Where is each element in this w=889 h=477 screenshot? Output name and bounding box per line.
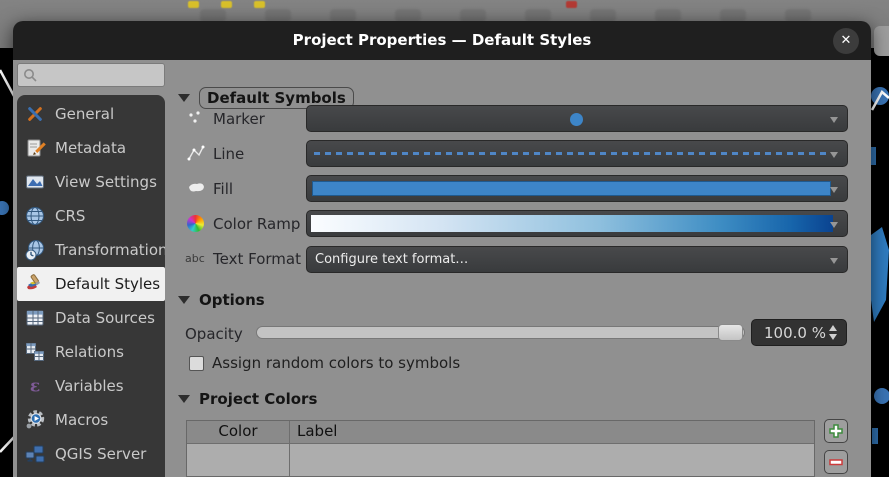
sidebar-item-general[interactable]: General <box>17 97 165 131</box>
opacity-value: 100.0 % <box>764 324 826 342</box>
sidebar-item-label: Relations <box>55 343 124 361</box>
sidebar-item-label: Data Sources <box>55 309 155 327</box>
sidebar-item-label: QGIS Server <box>55 445 146 463</box>
line-symbol-icon <box>185 143 207 165</box>
dialog-title: Project Properties — Default Styles <box>13 21 871 60</box>
transformations-globe-clock-icon <box>24 239 46 261</box>
sidebar-item-label: Macros <box>55 411 108 429</box>
collapse-triangle-icon <box>178 395 190 403</box>
remove-color-button[interactable] <box>824 450 848 474</box>
text-format-value: Configure text format… <box>315 252 468 267</box>
dialog-titlebar: Project Properties — Default Styles ✕ <box>13 21 871 60</box>
project-colors-table[interactable]: Color Label <box>186 420 815 477</box>
sidebar-item-variables[interactable]: ε Variables <box>17 369 165 403</box>
table-header-row: Color Label <box>187 421 814 444</box>
sidebar-item-metadata[interactable]: Metadata <box>17 131 165 165</box>
sidebar-item-label: CRS <box>55 207 85 225</box>
fill-label: Fill <box>213 180 233 198</box>
default-styles-paintbrush-icon <box>24 273 46 295</box>
dropdown-arrow-icon <box>830 187 838 193</box>
collapse-triangle-icon <box>178 296 190 304</box>
sidebar-item-crs[interactable]: CRS <box>17 199 165 233</box>
sidebar-item-view-settings[interactable]: View Settings <box>17 165 165 199</box>
opacity-slider-handle[interactable] <box>718 324 743 341</box>
fill-symbol-icon <box>185 178 207 200</box>
marker-symbol-icon <box>185 108 207 130</box>
sidebar-item-label: Transformations <box>55 241 165 259</box>
column-header-color: Color <box>187 422 289 440</box>
default-color-ramp-dropdown[interactable] <box>306 210 848 237</box>
metadata-document-icon <box>24 137 46 159</box>
sidebar-item-macros[interactable]: Macros <box>17 403 165 437</box>
color-ramp-preview <box>311 215 833 232</box>
default-fill-dropdown[interactable] <box>306 175 848 202</box>
plus-icon <box>828 423 844 439</box>
opacity-label: Opacity <box>185 325 243 343</box>
default-marker-dropdown[interactable] <box>306 105 848 132</box>
add-color-button[interactable] <box>824 419 848 443</box>
section-options-header[interactable]: Options <box>178 291 265 309</box>
text-format-label: Text Format <box>213 250 301 268</box>
sidebar-item-data-sources[interactable]: Data Sources <box>17 301 165 335</box>
color-ramp-wheel-icon <box>185 213 207 235</box>
search-icon <box>23 68 38 87</box>
line-label: Line <box>213 145 244 163</box>
sidebar-item-label: View Settings <box>55 173 157 191</box>
section-project-colors-header[interactable]: Project Colors <box>178 390 317 408</box>
dropdown-arrow-icon <box>830 117 838 123</box>
random-colors-label: Assign random colors to symbols <box>212 354 460 372</box>
variables-epsilon-icon: ε <box>24 375 46 397</box>
line-preview <box>314 152 827 155</box>
column-header-label: Label <box>297 422 337 440</box>
sidebar-item-qgis-server[interactable]: QGIS Server <box>17 437 165 471</box>
crs-globe-icon <box>24 205 46 227</box>
macros-gear-play-icon <box>24 409 46 431</box>
opacity-slider[interactable] <box>256 326 745 339</box>
text-format-abc-icon: abc <box>185 248 207 270</box>
sidebar-item-label: Variables <box>55 377 124 395</box>
sidebar-item-relations[interactable]: Relations <box>17 335 165 369</box>
project-properties-dialog: Project Properties — Default Styles ✕ Ge… <box>13 21 871 477</box>
close-button[interactable]: ✕ <box>833 28 859 54</box>
sidebar-item-transformations[interactable]: Transformations <box>17 233 165 267</box>
default-text-format-dropdown[interactable]: Configure text format… <box>306 246 848 273</box>
random-colors-checkbox[interactable] <box>189 356 204 371</box>
sidebar-item-default-styles[interactable]: Default Styles <box>17 267 165 301</box>
sidebar-search <box>17 63 165 87</box>
view-settings-image-icon <box>24 171 46 193</box>
data-sources-table-icon <box>24 307 46 329</box>
collapse-triangle-icon <box>178 94 190 102</box>
sidebar-item-label: General <box>55 105 114 123</box>
minus-icon <box>828 454 844 470</box>
dialog-body: General Metadata View Settings CRS Trans… <box>13 60 871 477</box>
dropdown-arrow-icon <box>830 222 838 228</box>
qgis-server-network-icon <box>24 443 46 465</box>
sidebar-item-label: Default Styles <box>55 275 160 293</box>
relations-tables-icon <box>24 341 46 363</box>
dropdown-arrow-icon <box>830 258 838 264</box>
column-divider <box>289 421 290 476</box>
spin-up-arrow-icon[interactable] <box>829 325 837 331</box>
fill-preview <box>312 181 831 196</box>
screen: Project Properties — Default Styles ✕ Ge… <box>0 0 889 477</box>
section-title: Options <box>199 291 265 309</box>
color-ramp-label: Color Ramp <box>213 215 300 233</box>
general-tools-icon <box>24 103 46 125</box>
default-line-dropdown[interactable] <box>306 140 848 167</box>
svg-text:ε: ε <box>30 377 40 397</box>
sidebar-item-label: Metadata <box>55 139 126 157</box>
opacity-spinbox[interactable]: 100.0 % <box>751 319 847 346</box>
spin-down-arrow-icon[interactable] <box>829 334 837 340</box>
marker-preview <box>570 113 583 126</box>
marker-label: Marker <box>213 110 265 128</box>
search-input[interactable] <box>42 65 160 85</box>
sidebar-nav: General Metadata View Settings CRS Trans… <box>17 95 165 477</box>
section-title: Project Colors <box>199 390 317 408</box>
dropdown-arrow-icon <box>830 152 838 158</box>
